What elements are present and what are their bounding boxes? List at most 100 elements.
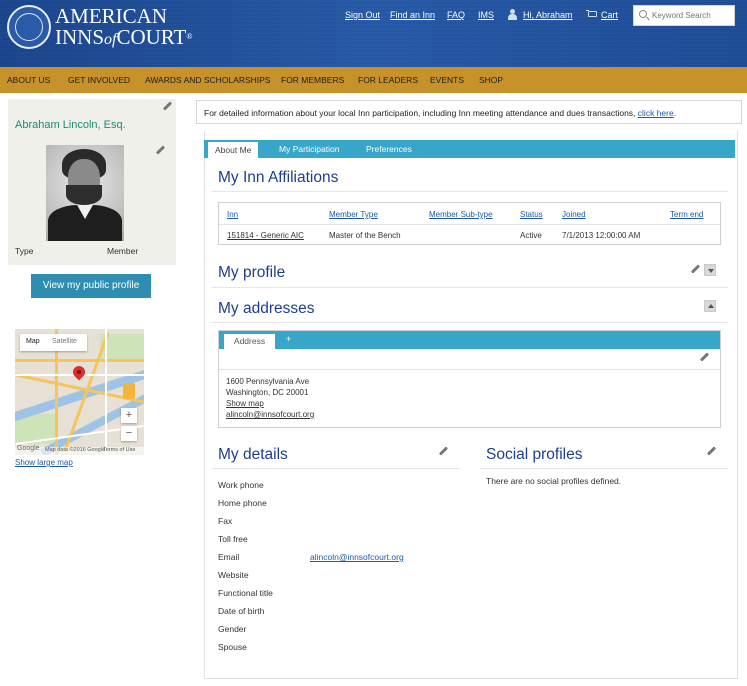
map-zoom-out-button[interactable]: −: [121, 426, 137, 441]
col-header-status[interactable]: Status: [520, 210, 543, 219]
keyword-search-box[interactable]: [633, 5, 735, 26]
nav-get-involved[interactable]: GET INVOLVED: [68, 75, 130, 85]
pencil-shape: [438, 446, 449, 456]
map-data-credit: Map data ©2016 Google: [45, 447, 106, 453]
street-view-pegman-icon[interactable]: [123, 383, 135, 399]
address-tabs: Address +: [219, 331, 720, 349]
col-header-member-subtype[interactable]: Member Sub-type: [429, 210, 493, 219]
col-header-term-end[interactable]: Term end: [670, 210, 703, 219]
address-email-link[interactable]: alincoln@innsofcourt.org: [226, 410, 314, 419]
logo-court: COURT: [116, 25, 187, 49]
edit-social-profiles-pencil-icon[interactable]: [706, 446, 717, 456]
affiliation-member-type: Master of the Bench: [329, 231, 401, 240]
nav-for-members[interactable]: FOR MEMBERS: [281, 75, 344, 85]
detail-label-home-phone: Home phone: [218, 498, 267, 508]
tab-about-me[interactable]: About Me: [208, 142, 259, 158]
profile-photo: [46, 145, 124, 241]
profile-type-value: Member: [107, 246, 139, 256]
chevron-up-icon: [708, 304, 714, 308]
logo-line2: INNSofCOURT®: [55, 26, 192, 51]
detail-label-spouse: Spouse: [218, 642, 247, 652]
info-bar-text: For detailed information about your loca…: [204, 108, 676, 118]
keyword-search-input[interactable]: [652, 8, 732, 23]
info-bar-period: .: [673, 108, 677, 118]
inn-affiliations-title: My Inn Affiliations: [218, 169, 339, 186]
detail-label-email: Email: [218, 552, 240, 562]
map-zoom-in-button[interactable]: +: [121, 408, 137, 423]
inn-participation-info-bar: For detailed information about your loca…: [196, 100, 742, 124]
nav-awards-scholarships[interactable]: AWARDS AND SCHOLARSHIPS: [145, 75, 270, 85]
detail-label-toll-free: Toll free: [218, 534, 248, 544]
affiliation-joined: 7/1/2013 12:00:00 AM: [562, 231, 641, 240]
affiliation-inn-link[interactable]: 151814 - Generic AIC: [227, 231, 304, 240]
expand-my-profile-button[interactable]: [704, 264, 716, 276]
col-header-inn[interactable]: Inn: [227, 210, 238, 219]
chevron-down-icon: [708, 269, 714, 273]
map-highway: [15, 359, 144, 362]
nav-events[interactable]: EVENTS: [430, 75, 464, 85]
site-header: AMERICAN INNSofCOURT® Sign Out Find an I…: [0, 0, 747, 67]
edit-my-profile-pencil-icon[interactable]: [690, 264, 701, 274]
show-map-link[interactable]: Show map: [226, 399, 264, 408]
logo-trademark: ®: [186, 32, 193, 41]
detail-label-functional-title: Functional title: [218, 588, 273, 598]
map-type-tabs: Map Satellite: [20, 334, 87, 351]
table-header-divider: [219, 224, 720, 225]
google-logo: Google: [17, 445, 40, 452]
cart-link[interactable]: Cart: [601, 10, 618, 20]
social-profiles-empty-message: There are no social profiles defined.: [486, 476, 622, 486]
user-greeting-link[interactable]: Hi, Abraham: [523, 10, 573, 20]
nav-about-us[interactable]: ABOUT US: [7, 75, 50, 85]
sign-out-link[interactable]: Sign Out: [345, 10, 380, 20]
edit-profile-card-pencil-icon[interactable]: [162, 101, 173, 111]
my-addresses-title: My addresses: [218, 300, 315, 317]
my-details-title: My details: [218, 446, 288, 463]
map-marker-dot: [77, 370, 81, 374]
section-divider: [212, 468, 460, 469]
profile-type-label: Type: [15, 246, 34, 256]
add-address-tab-button[interactable]: +: [286, 334, 291, 344]
show-large-map-link[interactable]: Show large map: [15, 458, 73, 467]
profile-tabs: About Me My Participation Preferences: [204, 140, 735, 158]
click-here-link[interactable]: click here: [638, 108, 674, 118]
logo-inns: INNS: [55, 25, 105, 49]
ims-link[interactable]: IMS: [478, 10, 494, 20]
map-attribution: Google Map data ©2016 Google Terms of Us…: [15, 445, 144, 455]
cart-icon-basket: [588, 11, 597, 17]
nav-for-leaders[interactable]: FOR LEADERS: [358, 75, 418, 85]
faq-link[interactable]: FAQ: [447, 10, 465, 20]
map-tab-satellite[interactable]: Satellite: [52, 338, 77, 345]
tab-my-participation[interactable]: My Participation: [279, 144, 339, 154]
collapse-addresses-button[interactable]: [704, 300, 716, 312]
col-header-joined[interactable]: Joined: [562, 210, 586, 219]
pencil-shape: [699, 352, 710, 362]
edit-details-pencil-icon[interactable]: [438, 446, 449, 456]
section-divider: [212, 191, 728, 192]
info-bar-message: For detailed information about your loca…: [204, 108, 636, 118]
logo-of: of: [104, 31, 117, 48]
section-divider: [212, 322, 728, 323]
tab-address[interactable]: Address: [224, 334, 275, 349]
view-public-profile-button[interactable]: View my public profile: [31, 274, 151, 298]
map-tab-map[interactable]: Map: [26, 338, 40, 345]
map-terms-link[interactable]: Terms of Use: [103, 447, 135, 453]
pencil-shape: [155, 145, 166, 155]
search-icon-handle: [646, 16, 650, 21]
location-map[interactable]: Map Satellite + − Google Map data ©2016 …: [15, 329, 144, 455]
main-nav: ABOUT US GET INVOLVED AWARDS AND SCHOLAR…: [0, 67, 747, 93]
find-an-inn-link[interactable]: Find an Inn: [390, 10, 435, 20]
detail-label-work-phone: Work phone: [218, 480, 264, 490]
pencil-shape: [162, 101, 173, 111]
photo-beard: [66, 185, 102, 205]
edit-address-pencil-icon[interactable]: [699, 352, 710, 362]
detail-value-email-link[interactable]: alincoln@innsofcourt.org: [310, 552, 404, 562]
detail-label-date-of-birth: Date of birth: [218, 606, 265, 616]
nav-shop[interactable]: SHOP: [479, 75, 503, 85]
detail-label-gender: Gender: [218, 624, 247, 634]
address-box: Address + 1600 Pennsylvania Ave Washingt…: [218, 330, 721, 428]
cart-icon[interactable]: [586, 10, 598, 20]
my-profile-title: My profile: [218, 264, 286, 281]
edit-photo-pencil-icon[interactable]: [155, 145, 166, 155]
col-header-member-type[interactable]: Member Type: [329, 210, 378, 219]
tab-preferences[interactable]: Preferences: [366, 144, 412, 154]
